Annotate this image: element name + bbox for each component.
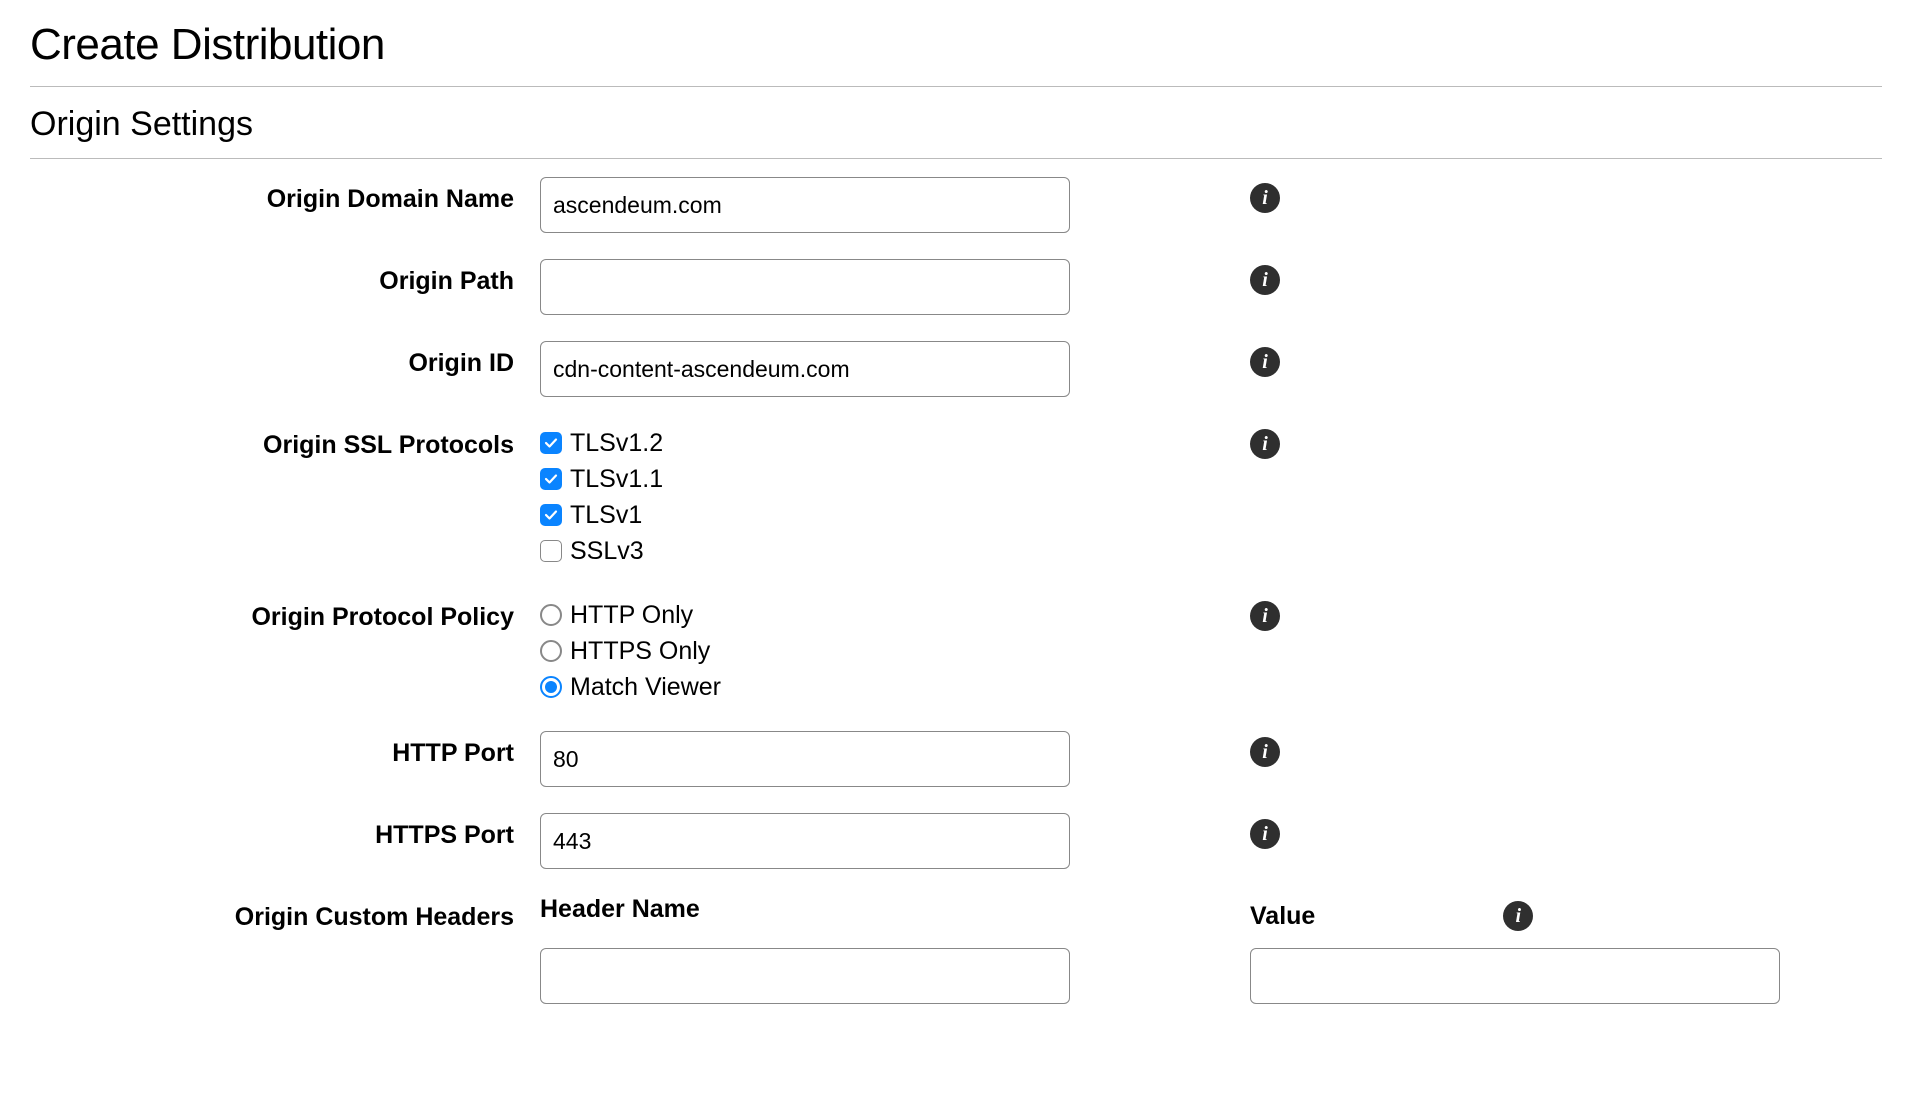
protocol-option: HTTPS Only <box>540 633 1070 669</box>
label-origin-domain-name: Origin Domain Name <box>30 177 540 214</box>
row-origin-path: Origin Path i <box>30 259 1882 315</box>
ssl-option-label: TLSv1 <box>570 497 642 533</box>
ssl-option: TLSv1.2 <box>540 425 1070 461</box>
radio[interactable] <box>540 640 562 662</box>
label-protocol-policy: Origin Protocol Policy <box>30 595 540 632</box>
info-icon[interactable]: i <box>1250 347 1280 377</box>
ssl-option-label: TLSv1.1 <box>570 461 663 497</box>
protocol-option-label: HTTP Only <box>570 597 693 633</box>
protocol-option: HTTP Only <box>540 597 1070 633</box>
label-ssl-protocols: Origin SSL Protocols <box>30 423 540 460</box>
section-title: Origin Settings <box>30 105 1882 144</box>
row-origin-id: Origin ID i <box>30 341 1882 397</box>
checkbox[interactable] <box>540 468 562 490</box>
https-port-input[interactable] <box>540 813 1070 869</box>
origin-settings-form: Origin Domain Name i Origin Path i Origi… <box>30 177 1882 1004</box>
info-icon[interactable]: i <box>1250 183 1280 213</box>
divider <box>30 86 1882 87</box>
row-http-port: HTTP Port i <box>30 731 1882 787</box>
row-custom-headers-labels: Origin Custom Headers Header Name Value … <box>30 895 1882 932</box>
row-origin-domain-name: Origin Domain Name i <box>30 177 1882 233</box>
info-icon[interactable]: i <box>1250 265 1280 295</box>
info-icon[interactable]: i <box>1250 819 1280 849</box>
origin-id-input[interactable] <box>540 341 1070 397</box>
radio[interactable] <box>540 676 562 698</box>
origin-path-input[interactable] <box>540 259 1070 315</box>
label-http-port: HTTP Port <box>30 731 540 768</box>
label-custom-headers: Origin Custom Headers <box>30 895 540 932</box>
label-origin-path: Origin Path <box>30 259 540 296</box>
info-icon[interactable]: i <box>1250 429 1280 459</box>
column-header-name: Header Name <box>540 895 1070 924</box>
protocol-option-label: HTTPS Only <box>570 633 710 669</box>
info-icon[interactable]: i <box>1503 901 1533 931</box>
label-origin-id: Origin ID <box>30 341 540 378</box>
ssl-option-label: SSLv3 <box>570 533 644 569</box>
protocol-option: Match Viewer <box>540 669 1070 705</box>
custom-header-value-input[interactable] <box>1250 948 1780 1004</box>
column-header-value: Value <box>1250 902 1315 931</box>
origin-domain-name-input[interactable] <box>540 177 1070 233</box>
checkbox[interactable] <box>540 504 562 526</box>
ssl-option: SSLv3 <box>540 533 1070 569</box>
info-icon[interactable]: i <box>1250 737 1280 767</box>
checkbox[interactable] <box>540 540 562 562</box>
label-https-port: HTTPS Port <box>30 813 540 850</box>
row-https-port: HTTPS Port i <box>30 813 1882 869</box>
row-protocol-policy: Origin Protocol Policy HTTP OnlyHTTPS On… <box>30 595 1882 705</box>
page-title: Create Distribution <box>30 20 1882 70</box>
info-icon[interactable]: i <box>1250 601 1280 631</box>
ssl-option-label: TLSv1.2 <box>570 425 663 461</box>
radio[interactable] <box>540 604 562 626</box>
ssl-option: TLSv1 <box>540 497 1070 533</box>
divider <box>30 158 1882 159</box>
custom-header-name-input[interactable] <box>540 948 1070 1004</box>
http-port-input[interactable] <box>540 731 1070 787</box>
protocol-option-label: Match Viewer <box>570 669 721 705</box>
checkbox[interactable] <box>540 432 562 454</box>
row-custom-header-input <box>30 948 1882 1004</box>
row-ssl-protocols: Origin SSL Protocols TLSv1.2TLSv1.1TLSv1… <box>30 423 1882 569</box>
ssl-option: TLSv1.1 <box>540 461 1070 497</box>
